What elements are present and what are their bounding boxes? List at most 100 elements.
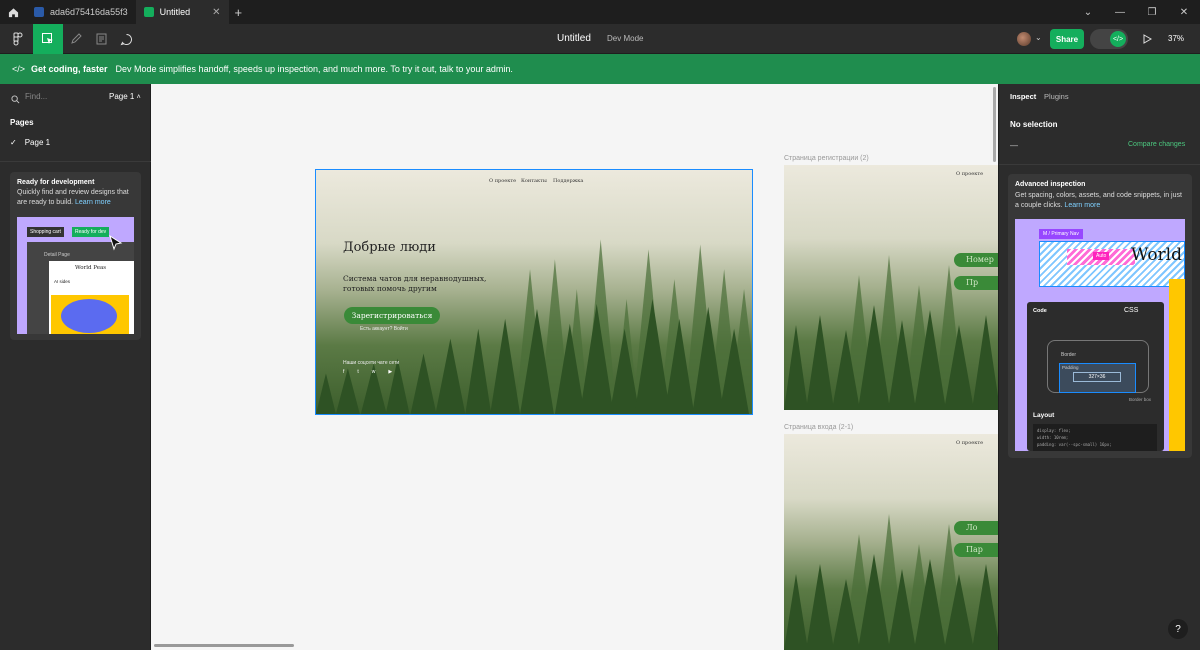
frame-registration[interactable]: О проекте Номер Пр — [784, 165, 998, 410]
advanced-illustration: M / Primary Nav Auto World Code CSS Bord… — [1015, 219, 1185, 451]
nav-link-support[interactable]: Поддержка — [553, 178, 583, 184]
password-field[interactable]: Пр — [954, 276, 998, 290]
forest-trees — [784, 514, 998, 650]
nav-link-about[interactable]: О проекте — [489, 178, 516, 184]
card-desc: Quickly find and review designs that are… — [17, 188, 134, 208]
vk-icon[interactable]: w — [372, 369, 376, 375]
page-selector[interactable]: Page 1 ˄ — [109, 92, 141, 101]
add-tab-icon[interactable]: + — [235, 5, 243, 20]
selection-value: — — [1010, 141, 1018, 150]
password-field[interactable]: Пар — [954, 543, 998, 557]
inspect-tool-icon[interactable] — [33, 24, 63, 54]
ready-illustration: Shopping cart Ready for dev Detail Page … — [17, 217, 134, 334]
frame-label-login[interactable]: Страница входа (2-1) — [784, 424, 853, 431]
tab-label: ada6d75416da55f3 — [50, 7, 128, 17]
card-desc-text: Quickly find and review designs that are… — [17, 189, 129, 206]
social-icons: f t w ▶ — [343, 369, 392, 375]
document-icon[interactable] — [92, 24, 110, 54]
figma-menu-icon[interactable] — [6, 24, 30, 54]
chevron-up-icon: ˄ — [136, 94, 141, 101]
tab-inspect[interactable]: Inspect — [1010, 92, 1036, 101]
facebook-icon[interactable]: f — [343, 369, 344, 375]
comment-icon[interactable] — [116, 24, 136, 54]
search-input[interactable]: Find... — [25, 92, 47, 101]
pencil-icon[interactable] — [66, 24, 86, 54]
social-label: Наши соцсети чате сети — [343, 360, 400, 366]
avatar[interactable] — [1017, 32, 1031, 46]
ill-chip-ready: Ready for dev — [72, 227, 110, 237]
tab-label: Untitled — [159, 7, 191, 17]
nav-link-about[interactable]: О проекте — [956, 440, 983, 446]
dev-file-icon — [143, 7, 154, 17]
no-selection-title: No selection — [1010, 120, 1058, 129]
tab-bar: ada6d75416da55f3 Untitled ✕ + ⌄ — ❐ ✕ — [0, 0, 1200, 24]
right-panel: Inspect Plugins No selection — Compare c… — [998, 84, 1200, 650]
ill-code-line: width: 10rem; — [1037, 435, 1069, 440]
ready-for-dev-card: Ready for development Quickly find and r… — [10, 172, 141, 340]
tab-plugins[interactable]: Plugins — [1044, 92, 1069, 101]
banner-text: Dev Mode simplifies handoff, speeds up i… — [115, 64, 513, 74]
nav-link-about[interactable]: О проекте — [956, 171, 983, 177]
tab-untitled[interactable]: Untitled ✕ — [135, 0, 229, 24]
chevron-down-icon[interactable]: ⌄ — [1035, 33, 1042, 42]
maximize-icon[interactable]: ❐ — [1136, 0, 1168, 24]
learn-more-link[interactable]: Learn more — [75, 199, 111, 206]
chevron-down-icon[interactable]: ⌄ — [1072, 0, 1104, 24]
nav-link-contacts[interactable]: Контакты — [521, 178, 547, 184]
page-selector-label: Page 1 — [109, 92, 135, 101]
zoom-level[interactable]: 37% — [1168, 34, 1184, 43]
canvas[interactable]: О проекте Контакты Поддержка Добрые люди… — [151, 84, 998, 650]
hero-subtitle: Система чатов для неравнодушных, готовых… — [343, 274, 487, 293]
page-item-page-1[interactable]: ✓ Page 1 — [10, 138, 50, 147]
phone-field[interactable]: Номер — [954, 253, 998, 267]
share-button[interactable]: Share — [1050, 29, 1084, 49]
ill-auto-chip: Auto — [1093, 252, 1110, 260]
login-field[interactable]: Ло — [954, 521, 998, 535]
ill-size: 327×36 — [1073, 372, 1121, 382]
frame-label-registration[interactable]: Страница регистрации (2) — [784, 155, 869, 162]
login-link[interactable]: Есть аккаунт? Войти — [360, 326, 408, 332]
learn-more-link[interactable]: Learn more — [1064, 202, 1100, 209]
ill-css-label: CSS — [1124, 307, 1139, 314]
home-icon[interactable] — [0, 0, 26, 24]
play-icon[interactable] — [1136, 24, 1158, 54]
ill-code-line: padding: var(--spc-small) 16px; — [1037, 442, 1112, 447]
ill-chip-ai: AI sides — [54, 279, 71, 284]
ill-yellow — [1169, 279, 1185, 451]
dev-mode-toggle[interactable]: </> — [1090, 29, 1128, 49]
ill-border-box: Border box — [1129, 397, 1152, 402]
left-panel: Find... Page 1 ˄ Pages ✓ Page 1 Ready for… — [0, 84, 151, 650]
minimize-icon[interactable]: — — [1104, 0, 1136, 24]
design-file-icon — [34, 7, 44, 17]
vertical-scrollbar[interactable] — [993, 87, 996, 162]
pages-heading: Pages — [10, 118, 34, 127]
ill-code-line: display: flex; — [1037, 428, 1071, 433]
code-icon: </> — [1110, 31, 1126, 47]
frame-landing[interactable]: О проекте Контакты Поддержка Добрые люди… — [315, 169, 753, 415]
window-controls: ⌄ — ❐ ✕ — [1072, 0, 1200, 24]
ill-card: World Peas AI sides — [49, 261, 134, 334]
cursor-icon — [109, 235, 123, 251]
ill-padding-label: Padding — [1062, 365, 1079, 370]
ill-code-block: display: flex; width: 10rem; padding: va… — [1033, 424, 1157, 451]
youtube-icon[interactable]: ▶ — [388, 369, 392, 375]
ill-code-panel: Code CSS Border Padding 327×36 Layout Bo… — [1027, 302, 1164, 451]
register-button[interactable]: Зарегистрироваться — [344, 307, 440, 324]
close-window-icon[interactable]: ✕ — [1168, 0, 1200, 24]
help-button[interactable]: ? — [1168, 619, 1188, 639]
compare-changes-link[interactable]: Compare changes — [1128, 141, 1185, 148]
divider — [0, 161, 151, 162]
card-desc: Get spacing, colors, assets, and code sn… — [1015, 191, 1185, 211]
file-name[interactable]: Untitled — [557, 33, 591, 44]
dev-mode-label: Dev Mode — [607, 34, 644, 43]
ill-layout-title: Layout — [1033, 412, 1055, 419]
tab-file-1[interactable]: ada6d75416da55f3 — [26, 0, 136, 24]
close-tab-icon[interactable]: ✕ — [212, 7, 220, 18]
horizontal-scrollbar[interactable] — [154, 644, 294, 647]
twitter-icon[interactable]: t — [357, 369, 358, 375]
frame-login[interactable]: О проекте Ло Пар — [784, 434, 998, 650]
toolbar: Untitled Dev Mode ⌄ Share </> 37% — [0, 24, 1200, 54]
advanced-inspection-card: Advanced inspection Get spacing, colors,… — [1008, 174, 1192, 458]
figma-app: ada6d75416da55f3 Untitled ✕ + ⌄ — ❐ ✕ Un… — [0, 0, 1200, 650]
hero-title: Добрые люди — [343, 240, 436, 255]
